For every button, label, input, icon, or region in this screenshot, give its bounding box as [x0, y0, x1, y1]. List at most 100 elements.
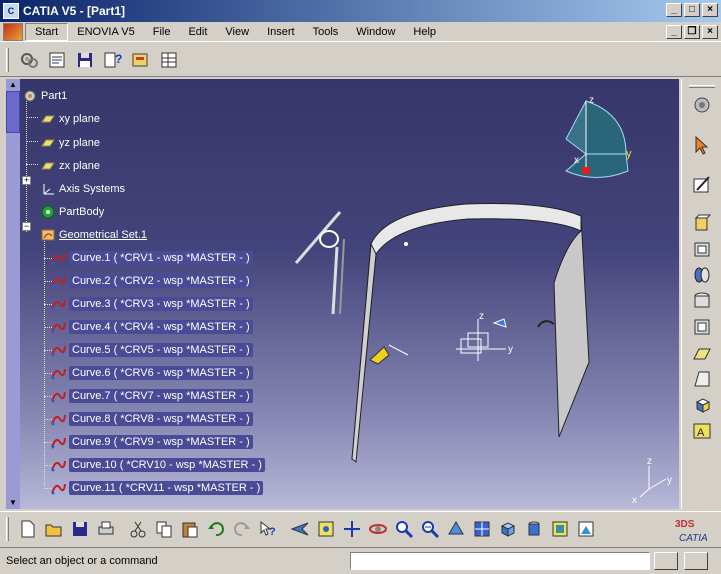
scene-axis-triad[interactable] [456, 319, 506, 361]
menu-window[interactable]: Window [347, 24, 404, 40]
pan-icon[interactable] [339, 516, 364, 542]
fly-mode-icon[interactable] [287, 516, 312, 542]
grid-table-icon[interactable] [157, 48, 181, 72]
svg-text:A: A [697, 427, 705, 439]
window-title: CATIA V5 - [Part1] [23, 4, 126, 18]
toolbar-grip[interactable] [6, 517, 9, 541]
surface-point[interactable] [404, 242, 408, 246]
print-icon[interactable] [93, 516, 118, 542]
whats-this-icon[interactable]: ? [255, 516, 280, 542]
menu-insert[interactable]: Insert [258, 24, 304, 40]
status-options-button[interactable] [684, 552, 708, 570]
rotate-icon[interactable] [365, 516, 390, 542]
box-measure-icon[interactable] [688, 392, 716, 418]
document-icon[interactable] [3, 22, 23, 41]
yellow-handle[interactable] [369, 346, 390, 365]
doc-close-button[interactable]: × [702, 25, 718, 39]
surface-back-band[interactable] [351, 203, 582, 460]
3d-scene[interactable]: z y z x y z y x [6, 79, 679, 509]
zoom-out-icon[interactable] [417, 516, 442, 542]
search-help-icon[interactable]: ? [101, 48, 125, 72]
doc-minimize-button[interactable]: _ [666, 25, 682, 39]
menu-bar: Start ENOVIA V5 File Edit View Insert To… [0, 22, 721, 42]
redo-icon[interactable] [229, 516, 254, 542]
menu-file[interactable]: File [144, 24, 180, 40]
command-input[interactable] [350, 552, 650, 570]
maximize-button[interactable]: □ [684, 3, 700, 17]
status-toggle-button[interactable] [654, 552, 678, 570]
zoom-in-icon[interactable] [391, 516, 416, 542]
curve-fragment[interactable] [492, 318, 507, 328]
compass-icon[interactable] [565, 100, 629, 178]
menu-tools[interactable]: Tools [304, 24, 348, 40]
save-icon[interactable] [67, 516, 92, 542]
properties-icon[interactable] [45, 48, 69, 72]
right-toolbar: A [681, 79, 721, 509]
curve-fragment[interactable] [537, 320, 555, 328]
top-toolbar: ? [0, 43, 721, 77]
logo-mark: 3DS [675, 519, 695, 530]
close-button[interactable]: × [702, 3, 718, 17]
pocket-icon[interactable] [688, 236, 716, 262]
logo-text: CATIA [679, 533, 708, 544]
open-folder-icon[interactable] [41, 516, 66, 542]
status-bar: Select an object or a command [0, 547, 721, 574]
hide-show-icon[interactable] [547, 516, 572, 542]
curve-segment[interactable] [339, 238, 345, 315]
select-arrow-icon[interactable] [688, 132, 716, 158]
options-gear-icon[interactable] [688, 92, 716, 118]
iso-view-icon[interactable] [495, 516, 520, 542]
minimize-button[interactable]: _ [666, 3, 682, 17]
axis-triad-icon [639, 466, 667, 498]
normal-view-icon[interactable] [443, 516, 468, 542]
shaft-icon[interactable] [688, 262, 716, 288]
curve-segment[interactable] [331, 246, 339, 315]
catia-logo: 3DS CATIA [675, 519, 708, 544]
surface-left-edge[interactable] [351, 242, 377, 463]
curve-segment[interactable] [388, 344, 409, 356]
chamfer-icon[interactable] [688, 340, 716, 366]
sketcher-icon[interactable] [688, 172, 716, 198]
scene-axis-y-label: y [508, 344, 513, 355]
shading-icon[interactable] [521, 516, 546, 542]
hole-icon[interactable] [688, 288, 716, 314]
catalog-icon[interactable] [129, 48, 153, 72]
compass-x-label: x [574, 155, 579, 166]
svg-text:?: ? [115, 52, 122, 66]
3d-viewport[interactable]: ▲ ▼ Part1 xy plane yz plane zx plane Axi… [6, 79, 679, 509]
bottom-toolbar: ? 3DS CATIA [0, 511, 721, 546]
undo-icon[interactable] [203, 516, 228, 542]
draft-icon[interactable] [688, 366, 716, 392]
surface-right-side[interactable] [553, 215, 590, 438]
settings-gears-icon[interactable] [17, 48, 41, 72]
fit-all-icon[interactable] [313, 516, 338, 542]
menu-help[interactable]: Help [404, 24, 445, 40]
cut-icon[interactable] [125, 516, 150, 542]
curve-segment[interactable] [294, 211, 342, 264]
swap-visible-space-icon[interactable] [573, 516, 598, 542]
triad-x-label: x [632, 495, 637, 506]
menu-edit[interactable]: Edit [179, 24, 216, 40]
pad-icon[interactable] [688, 210, 716, 236]
catia-app-icon[interactable]: C [3, 3, 19, 19]
paste-icon[interactable] [177, 516, 202, 542]
annotation-icon[interactable]: A [688, 418, 716, 444]
doc-restore-button[interactable]: ❐ [684, 25, 700, 39]
curve-loop[interactable] [319, 230, 339, 248]
triad-z-label: z [647, 456, 652, 467]
scene-axis-z-label: z [479, 311, 484, 322]
triad-y-label: y [667, 475, 672, 486]
menu-enovia[interactable]: ENOVIA V5 [68, 24, 143, 40]
save-management-icon[interactable] [73, 48, 97, 72]
svg-text:?: ? [269, 526, 276, 538]
toolbar-grip[interactable] [688, 85, 715, 88]
copy-icon[interactable] [151, 516, 176, 542]
menu-start[interactable]: Start [25, 22, 69, 41]
status-message: Select an object or a command [6, 555, 158, 567]
multi-view-icon[interactable] [469, 516, 494, 542]
toolbar-grip[interactable] [6, 47, 9, 72]
new-file-icon[interactable] [15, 516, 40, 542]
menu-view[interactable]: View [216, 24, 258, 40]
title-bar: C CATIA V5 - [Part1] _ □ × [0, 0, 721, 22]
shell-icon[interactable] [688, 314, 716, 340]
